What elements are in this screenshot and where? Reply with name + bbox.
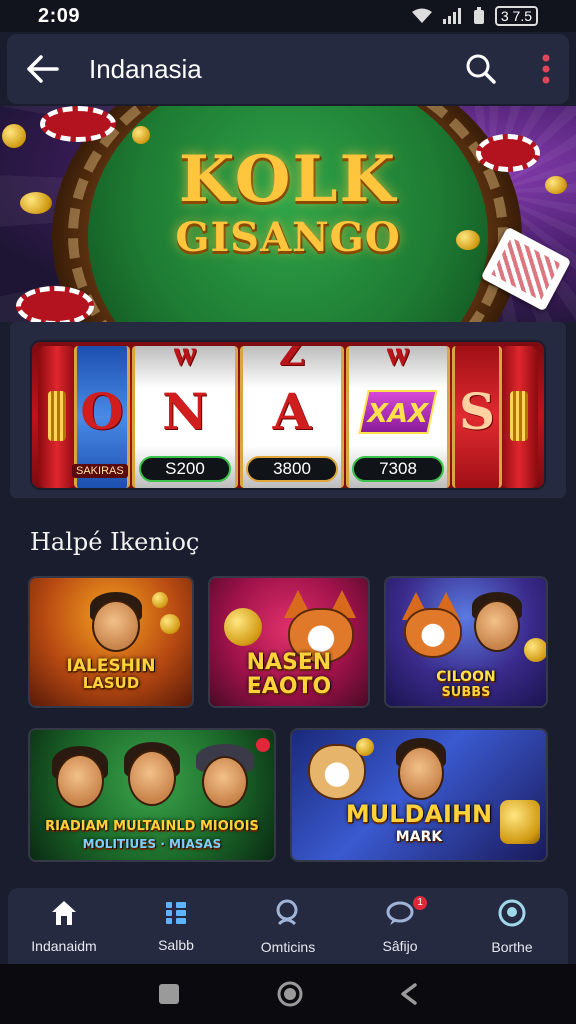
- game-title: RIADIAM MULTAINLD MIOIOIS: [45, 819, 259, 834]
- game-tile-5[interactable]: MULDAIHN MARK: [290, 728, 548, 862]
- nav-label: Indanaidm: [31, 937, 97, 954]
- battery-small-icon: [473, 7, 485, 25]
- character-face: [92, 600, 140, 652]
- status-bar: 2:09 3 7.5: [0, 0, 576, 32]
- section-title: Halpé Ikenioç: [30, 528, 200, 556]
- home-icon: [50, 899, 78, 932]
- reel-symbol-top: ѡ: [173, 346, 197, 374]
- reel-value: S200: [139, 456, 231, 482]
- cookie-icon: [224, 608, 262, 646]
- home-button-icon[interactable]: [277, 981, 303, 1007]
- hero-logo-line1: KOLK: [178, 142, 398, 217]
- poker-chip-icon: [16, 286, 94, 322]
- gold-coin-icon: [152, 592, 168, 608]
- microphone-icon: [160, 614, 180, 634]
- nav-label: Sâfijo: [382, 937, 418, 954]
- nav-item-safijo[interactable]: 1 Sâfijo: [344, 888, 456, 964]
- game-title: MULDAIHN: [345, 800, 493, 828]
- game-tile-3[interactable]: CILOON SUBBS: [384, 576, 548, 708]
- character-face: [202, 756, 248, 808]
- game-subtitle: MOLITIUES · MIASAS: [82, 837, 222, 851]
- game-tile-1[interactable]: IALESHIN LASUD: [28, 576, 194, 708]
- hero-banner[interactable]: KOLK GISANGO: [0, 106, 576, 322]
- game-title: NASEN: [246, 650, 332, 675]
- reel-symbol: XAX: [358, 390, 438, 434]
- reel-symbol: A: [272, 382, 312, 441]
- reel-symbol: N: [162, 382, 208, 441]
- slot-machine[interactable]: O ѡ N S200 Z A 3800 ѡ XAX 7308 S SAKIRAS: [30, 340, 546, 490]
- grid-list-icon: [164, 900, 188, 931]
- profile-icon: [497, 898, 527, 933]
- recents-icon[interactable]: [158, 983, 180, 1005]
- status-time: 2:09: [38, 4, 81, 27]
- back-triangle-icon[interactable]: [400, 983, 418, 1005]
- slot-reel-2: ѡ N S200: [132, 346, 238, 488]
- nav-label: Omticins: [260, 938, 316, 955]
- character-face: [474, 600, 520, 652]
- slot-reel-5: S: [452, 346, 502, 488]
- back-arrow-icon[interactable]: [25, 54, 59, 84]
- game-tile-2[interactable]: NASEN EAOTO: [208, 576, 370, 708]
- battery-level: 3 7.5: [494, 6, 538, 26]
- dog-icon: [404, 608, 462, 658]
- gold-coin-icon: [524, 638, 546, 662]
- reel-symbol: O: [80, 382, 124, 441]
- character-face: [398, 746, 444, 800]
- character-face: [128, 750, 176, 806]
- system-nav-bar: [0, 964, 576, 1024]
- notification-badge: 1: [411, 894, 430, 912]
- nav-item-home[interactable]: Indanaidm: [8, 888, 120, 964]
- poker-chip-icon: [40, 106, 116, 142]
- app-title: Indanasia: [89, 53, 202, 84]
- app-bar: Indanasia: [7, 34, 569, 104]
- wifi-icon: [411, 8, 433, 24]
- slot-side-left: [38, 346, 76, 488]
- bottom-nav: Indanaidm Salbb Omticins 1 Sâfijo Borthe: [8, 888, 568, 964]
- slot-reel-3: Z A 3800: [240, 346, 344, 488]
- game-tile-4[interactable]: RIADIAM MULTAINLD MIOIOIS MOLITIUES · MI…: [28, 728, 276, 862]
- app-actions: [465, 53, 551, 85]
- more-vert-icon[interactable]: [541, 54, 551, 84]
- status-icons: 3 7.5: [411, 6, 538, 26]
- nav-label: Borthe: [491, 938, 533, 955]
- game-title: CILOON: [436, 669, 496, 685]
- character-face: [56, 754, 104, 808]
- nav-item-salbb[interactable]: Salbb: [120, 888, 232, 964]
- search-icon[interactable]: [465, 53, 497, 85]
- slot-tag: SAKIRAS: [72, 464, 128, 478]
- slot-knob-left: [48, 391, 66, 441]
- nav-item-borthe[interactable]: Borthe: [456, 888, 568, 964]
- search-icon: [273, 898, 303, 933]
- nav-label: Salbb: [158, 936, 194, 953]
- reel-value: 7308: [352, 456, 444, 482]
- gold-coin-icon: [356, 738, 374, 756]
- slot-knob-right: [510, 391, 528, 441]
- hero-logo-line2: GISANGO: [175, 214, 401, 261]
- slot-reel-4: ѡ XAX 7308: [346, 346, 450, 488]
- reel-value: 3800: [246, 456, 338, 482]
- badge-icon: [256, 738, 270, 752]
- game-subtitle: MARK: [395, 829, 443, 845]
- game-subtitle: SUBBS: [441, 685, 491, 700]
- reel-symbol-top: Z: [278, 346, 306, 374]
- nav-item-omticins[interactable]: Omticins: [232, 888, 344, 964]
- game-subtitle: LASUD: [82, 674, 140, 692]
- signal-icon: [442, 8, 463, 24]
- reel-symbol: S: [458, 382, 496, 441]
- reel-symbol-top: ѡ: [386, 346, 410, 374]
- game-title: IALESHIN: [66, 656, 156, 676]
- game-subtitle: EAOTO: [246, 674, 332, 699]
- slot-side-right: [500, 346, 538, 488]
